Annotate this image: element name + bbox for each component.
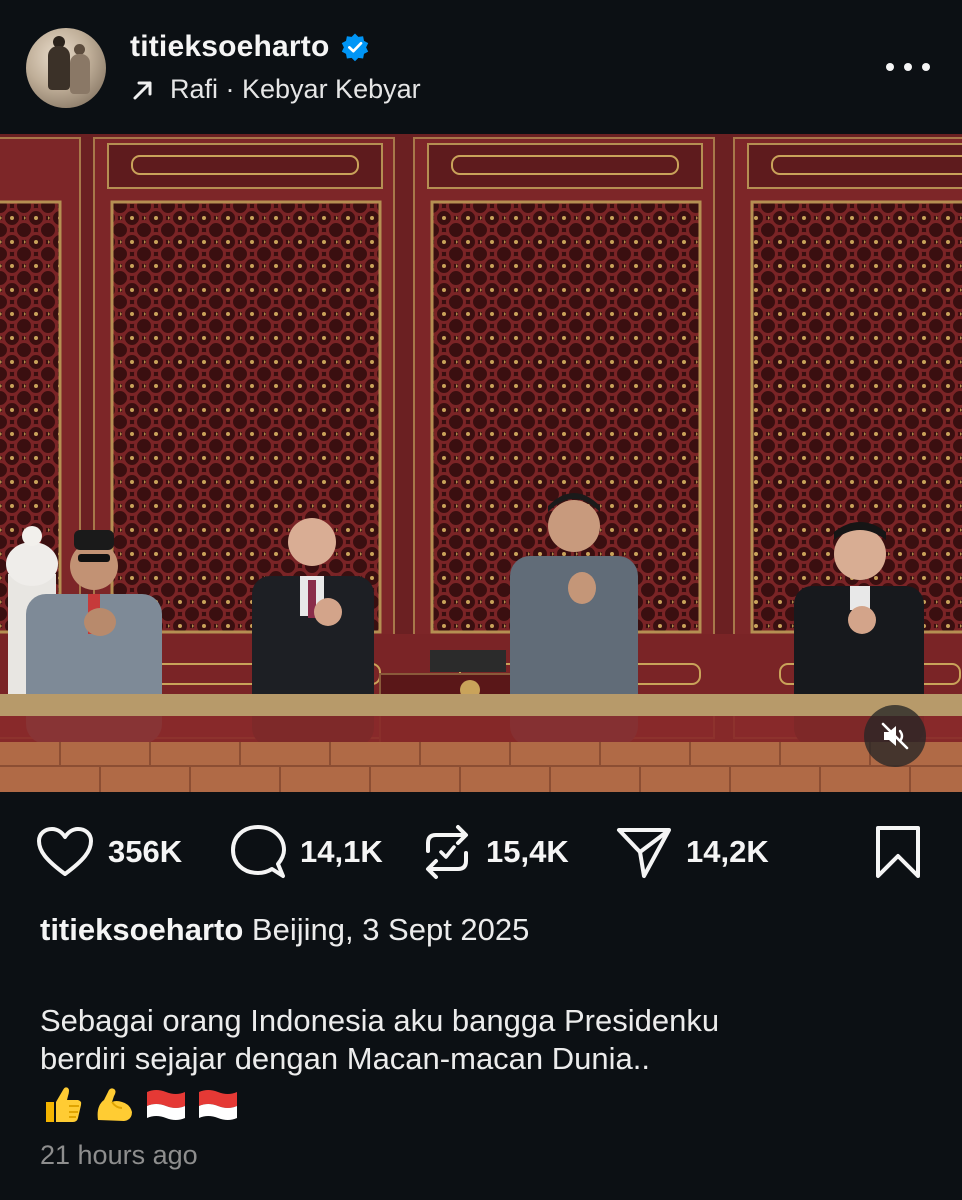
music-label: Rafi · Kebyar Kebyar — [170, 74, 421, 104]
caption-username[interactable]: titieksoeharto — [40, 912, 243, 947]
repost-icon — [426, 825, 468, 879]
like-count: 356K — [108, 834, 183, 869]
post-username[interactable]: titieksoeharto — [130, 30, 330, 64]
more-dot — [904, 63, 912, 71]
verified-badge-icon — [341, 33, 368, 62]
speaker-muted-icon — [881, 722, 909, 750]
flexed-biceps-icon — [97, 1088, 132, 1121]
mute-toggle-button[interactable] — [864, 705, 926, 767]
post-timestamp: 21 hours ago — [40, 1140, 198, 1170]
more-options-button[interactable] — [886, 52, 930, 82]
share-count: 14,2K — [686, 834, 769, 869]
comment-icon — [231, 825, 286, 878]
caption-location-date: Beijing, 3 Sept 2025 — [251, 912, 530, 947]
post-photo[interactable] — [0, 134, 962, 792]
repost-button[interactable]: 15,4K — [422, 822, 569, 882]
caption-text: Sebagai orang Indonesia aku bangga Presi… — [40, 1002, 920, 1078]
indonesia-flag-icon — [199, 1090, 237, 1120]
caption-line-1: Sebagai orang Indonesia aku bangga Presi… — [40, 1003, 720, 1038]
caption-emojis — [40, 1084, 240, 1124]
post-header: titieksoeharto Rafi · Kebyar Kebyar — [0, 0, 962, 134]
heart-icon — [37, 827, 93, 876]
like-button[interactable]: 356K — [36, 822, 182, 882]
comment-count: 14,1K — [300, 834, 383, 869]
arrow-up-right-icon — [133, 81, 152, 99]
caption-header: titieksoeharto Beijing, 3 Sept 2025 — [40, 912, 529, 948]
avatar[interactable] — [26, 28, 106, 108]
caption-line-2: berdiri sejajar dengan Macan-macan Dunia… — [40, 1041, 650, 1076]
send-icon — [617, 828, 671, 878]
more-dot — [922, 63, 930, 71]
action-bar: 356K 14,1K 15,4K 14,2K — [0, 822, 962, 882]
username-row: titieksoeharto — [130, 30, 370, 64]
photo-illustration — [0, 134, 962, 792]
share-button[interactable]: 14,2K — [616, 822, 769, 882]
bookmark-icon[interactable] — [874, 824, 922, 880]
more-dot — [886, 63, 894, 71]
thumbs-up-icon — [46, 1087, 82, 1122]
music-link[interactable]: Rafi · Kebyar Kebyar — [130, 74, 421, 105]
repost-count: 15,4K — [486, 834, 569, 869]
comment-button[interactable]: 14,1K — [230, 822, 383, 882]
indonesia-flag-icon — [147, 1090, 185, 1120]
